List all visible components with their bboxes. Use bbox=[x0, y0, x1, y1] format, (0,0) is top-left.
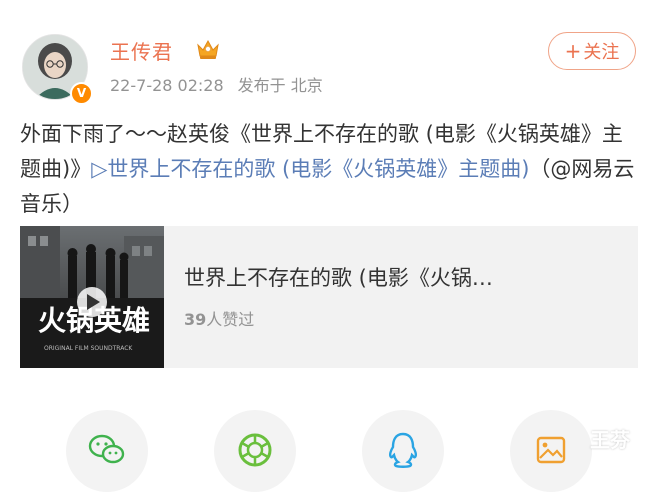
moments-share-button[interactable] bbox=[214, 410, 296, 492]
likes-count: 39 bbox=[184, 310, 207, 329]
username[interactable]: 王传君 bbox=[110, 36, 173, 65]
follow-button[interactable]: + 关注 bbox=[548, 32, 636, 70]
post-source: 发布于 北京 bbox=[237, 76, 323, 95]
wechat-share-button[interactable] bbox=[66, 410, 148, 492]
post-date: 22-7-28 02:28 bbox=[110, 76, 224, 95]
qq-share-button[interactable] bbox=[362, 410, 444, 492]
share-row bbox=[0, 410, 658, 492]
music-link[interactable]: ▷世界上不存在的歌 (电影《火锅英雄》主题曲) bbox=[91, 157, 529, 181]
music-likes: 39人赞过 bbox=[184, 306, 254, 330]
avatar[interactable]: V bbox=[22, 34, 93, 105]
plus-icon: + bbox=[564, 39, 582, 63]
music-card[interactable]: 火锅英雄 ORIGINAL FILM SOUNDTRACK 世界上不存在的歌 (… bbox=[20, 226, 638, 368]
thumb-subtitle: ORIGINAL FILM SOUNDTRACK bbox=[44, 345, 133, 352]
post-text: 外面下雨了～～赵英俊《世界上不存在的歌 (电影《火锅英雄》主题曲)》▷世界上不存… bbox=[20, 117, 640, 222]
save-image-button[interactable] bbox=[510, 410, 592, 492]
moments-icon bbox=[238, 433, 272, 467]
post-meta: 22-7-28 02:28 发布于 北京 bbox=[110, 72, 323, 96]
wechat-icon bbox=[88, 434, 125, 464]
watermark: 王芬 bbox=[590, 428, 630, 452]
album-thumbnail[interactable]: 火锅英雄 ORIGINAL FILM SOUNDTRACK bbox=[20, 226, 164, 368]
music-title: 世界上不存在的歌 (电影《火锅… bbox=[184, 266, 493, 290]
verified-badge: V bbox=[70, 82, 93, 105]
crown-icon bbox=[197, 39, 219, 59]
qq-icon bbox=[388, 432, 418, 468]
likes-label: 人赞过 bbox=[206, 310, 255, 329]
save-image-icon bbox=[536, 436, 566, 464]
follow-label: 关注 bbox=[583, 42, 620, 63]
